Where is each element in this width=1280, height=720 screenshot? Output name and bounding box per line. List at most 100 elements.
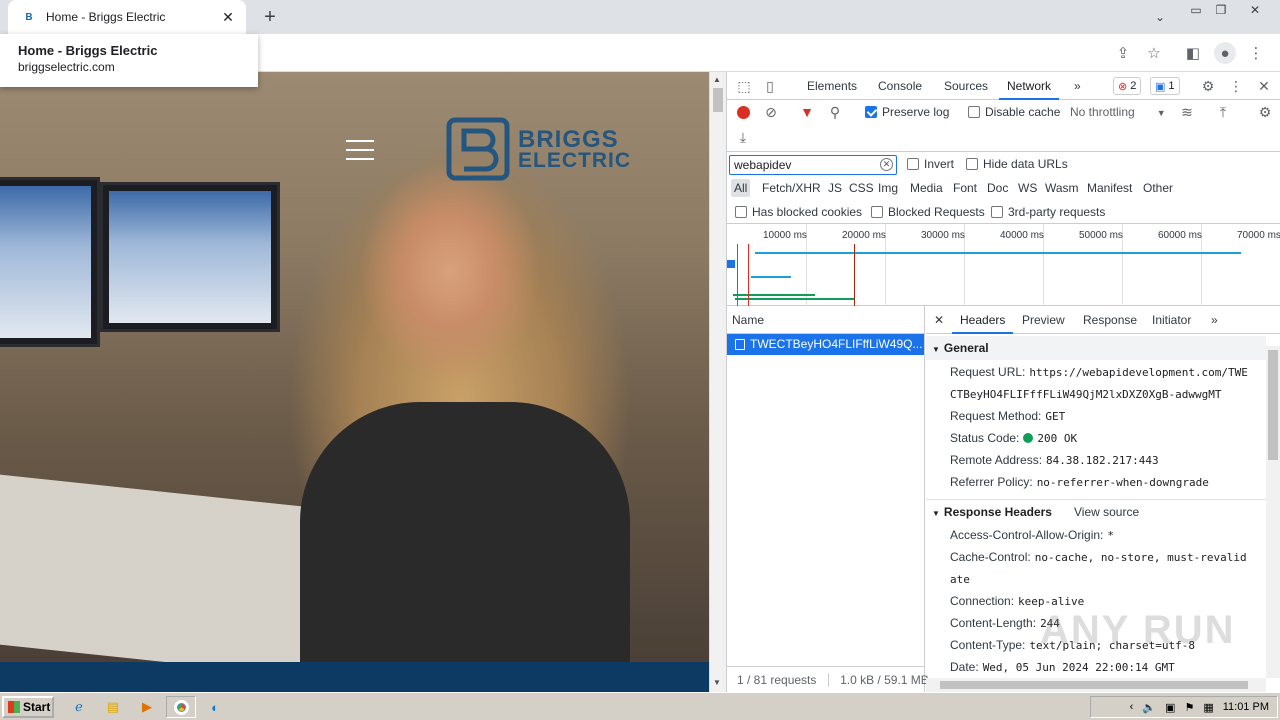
- messages-badge[interactable]: ▣ 1: [1150, 77, 1180, 95]
- type-filter-img[interactable]: Img: [878, 179, 898, 197]
- type-filter-wasm[interactable]: Wasm: [1045, 179, 1079, 197]
- has-blocked-cookies-checkbox[interactable]: Has blocked cookies: [735, 205, 862, 219]
- invert-check[interactable]: [907, 158, 919, 170]
- has-blocked-cookies-check[interactable]: [735, 206, 747, 218]
- inspect-element-icon[interactable]: ⬚: [735, 77, 753, 95]
- hide-data-urls-checkbox[interactable]: Hide data URLs: [966, 157, 1068, 171]
- share-icon[interactable]: ⇪: [1112, 42, 1134, 64]
- volume-icon[interactable]: 🔈: [1142, 701, 1156, 714]
- third-party-check[interactable]: [991, 206, 1003, 218]
- start-button[interactable]: Start: [2, 696, 54, 718]
- settings-gear-icon[interactable]: ⚙: [1199, 77, 1217, 95]
- hide-data-urls-check[interactable]: [966, 158, 978, 170]
- tab-headers[interactable]: Headers: [952, 306, 1014, 334]
- bookmark-star-icon[interactable]: ☆: [1143, 42, 1165, 64]
- type-filter-ws[interactable]: WS: [1018, 179, 1037, 197]
- export-har-icon[interactable]: ⤓: [735, 129, 751, 145]
- ime-icon[interactable]: ▦: [1203, 701, 1213, 714]
- response-headers-section-header[interactable]: ▼ Response Headers View source: [926, 499, 1266, 523]
- scroll-down-icon[interactable]: ▼: [713, 678, 721, 687]
- minimize-button[interactable]: ▭: [1185, 0, 1207, 20]
- show-hidden-icons-icon[interactable]: ‹: [1130, 701, 1134, 713]
- network-icon[interactable]: ▣: [1165, 701, 1175, 714]
- network-settings-icon[interactable]: ⚙: [1257, 104, 1273, 120]
- type-filter-font[interactable]: Font: [953, 179, 977, 197]
- side-panel-icon[interactable]: ◧: [1182, 42, 1204, 64]
- clock[interactable]: 11:01 PM: [1223, 701, 1269, 713]
- tab-network[interactable]: Network: [999, 72, 1059, 100]
- preserve-log-check[interactable]: [865, 106, 877, 118]
- detail-scroll-thumb[interactable]: [1268, 350, 1278, 460]
- blocked-requests-check[interactable]: [871, 206, 883, 218]
- errors-badge[interactable]: ⊗ 2: [1113, 77, 1142, 95]
- requests-count: 1 / 81 requests: [737, 673, 817, 687]
- system-tray: ‹ 🔈 ▣ ⚑ ▦ 11:01 PM: [1090, 696, 1278, 718]
- record-icon[interactable]: [735, 104, 751, 120]
- disable-cache-checkbox[interactable]: Disable cache: [968, 105, 1060, 119]
- hamburger-menu-icon[interactable]: [346, 140, 374, 160]
- type-filter-manifest[interactable]: Manifest: [1087, 179, 1132, 197]
- page-scrollbar-thumb[interactable]: [713, 88, 723, 112]
- tab-console[interactable]: Console: [878, 72, 922, 100]
- chrome-taskbar-icon[interactable]: [166, 696, 196, 718]
- tab-sources[interactable]: Sources: [944, 72, 988, 100]
- new-tab-button[interactable]: +: [258, 6, 282, 28]
- devtools-menu-icon[interactable]: ⋮: [1227, 77, 1245, 95]
- file-explorer-icon[interactable]: ▤: [102, 697, 124, 717]
- general-section-header[interactable]: ▼ General: [926, 336, 1266, 360]
- request-row[interactable]: TWECTBeyHO4FLIFffLiW49Q...: [727, 334, 924, 355]
- more-detail-tabs-button[interactable]: »: [1211, 306, 1218, 334]
- page-scrollbar[interactable]: ▲ ▼: [709, 72, 726, 692]
- blocked-requests-checkbox[interactable]: Blocked Requests: [871, 205, 985, 219]
- network-conditions-icon[interactable]: ≋: [1179, 104, 1195, 120]
- preserve-log-checkbox[interactable]: Preserve log: [865, 105, 949, 119]
- media-player-icon[interactable]: ▶: [136, 697, 158, 717]
- restore-button[interactable]: ❐: [1210, 0, 1232, 20]
- device-toolbar-icon[interactable]: ▯: [761, 77, 779, 95]
- type-filter-doc[interactable]: Doc: [987, 179, 1008, 197]
- type-filter-all[interactable]: All: [731, 179, 751, 197]
- devtools-close-icon[interactable]: ✕: [1255, 77, 1273, 95]
- detail-hscroll-thumb[interactable]: [940, 681, 1248, 689]
- throttling-select[interactable]: No throttling ▼: [1070, 105, 1166, 119]
- view-source-link[interactable]: View source: [1074, 500, 1139, 524]
- internet-explorer-icon[interactable]: ℯ: [68, 697, 90, 717]
- tab-preview[interactable]: Preview: [1022, 306, 1065, 334]
- tab-close-icon[interactable]: ✕: [220, 9, 236, 25]
- window-close-button[interactable]: ✕: [1240, 0, 1270, 20]
- more-tabs-button[interactable]: »: [1074, 72, 1081, 100]
- detail-vertical-scrollbar[interactable]: [1266, 346, 1280, 678]
- tab-elements[interactable]: Elements: [807, 72, 857, 100]
- tab-search-chevron-icon[interactable]: ⌄: [1150, 8, 1170, 26]
- search-icon[interactable]: ⚲: [827, 104, 843, 120]
- briggs-electric-logo[interactable]: BRIGGS ELECTRIC: [446, 117, 658, 181]
- type-filter-other[interactable]: Other: [1143, 179, 1173, 197]
- edge-icon[interactable]: ◐: [204, 697, 226, 717]
- throttling-dropdown-icon: ▼: [1156, 108, 1166, 118]
- type-filter-fetch-xhr[interactable]: Fetch/XHR: [762, 179, 821, 197]
- tab-initiator[interactable]: Initiator: [1152, 306, 1191, 334]
- network-overview[interactable]: 10000 ms 20000 ms 30000 ms 40000 ms 5000…: [727, 224, 1280, 306]
- invert-checkbox[interactable]: Invert: [907, 157, 954, 171]
- browser-tab[interactable]: B Home - Briggs Electric ✕: [8, 0, 246, 34]
- type-filter-media[interactable]: Media: [910, 179, 943, 197]
- disable-cache-check[interactable]: [968, 106, 980, 118]
- filter-input[interactable]: webapidev: [729, 155, 897, 175]
- scroll-up-icon[interactable]: ▲: [713, 75, 721, 84]
- clear-filter-icon[interactable]: ✕: [880, 158, 893, 171]
- menu-kebab-icon[interactable]: ⋮: [1245, 42, 1267, 64]
- third-party-checkbox[interactable]: 3rd-party requests: [991, 205, 1105, 219]
- detail-horizontal-scrollbar[interactable]: [926, 678, 1266, 692]
- request-detail-pane: ✕ Headers Preview Response Initiator » ▼…: [926, 306, 1280, 692]
- import-har-icon[interactable]: ⤒: [1215, 104, 1231, 120]
- profile-avatar-icon[interactable]: ●: [1214, 42, 1236, 64]
- clear-icon[interactable]: ⊘: [763, 104, 779, 120]
- type-filter-css[interactable]: CSS: [849, 179, 874, 197]
- name-column-header[interactable]: Name: [727, 306, 924, 334]
- filter-icon[interactable]: ▼: [799, 104, 815, 120]
- action-center-icon[interactable]: ⚑: [1184, 701, 1194, 714]
- tab-response[interactable]: Response: [1083, 306, 1137, 334]
- disable-cache-label: Disable cache: [985, 105, 1061, 119]
- type-filter-js[interactable]: JS: [828, 179, 842, 197]
- close-detail-icon[interactable]: ✕: [934, 306, 944, 334]
